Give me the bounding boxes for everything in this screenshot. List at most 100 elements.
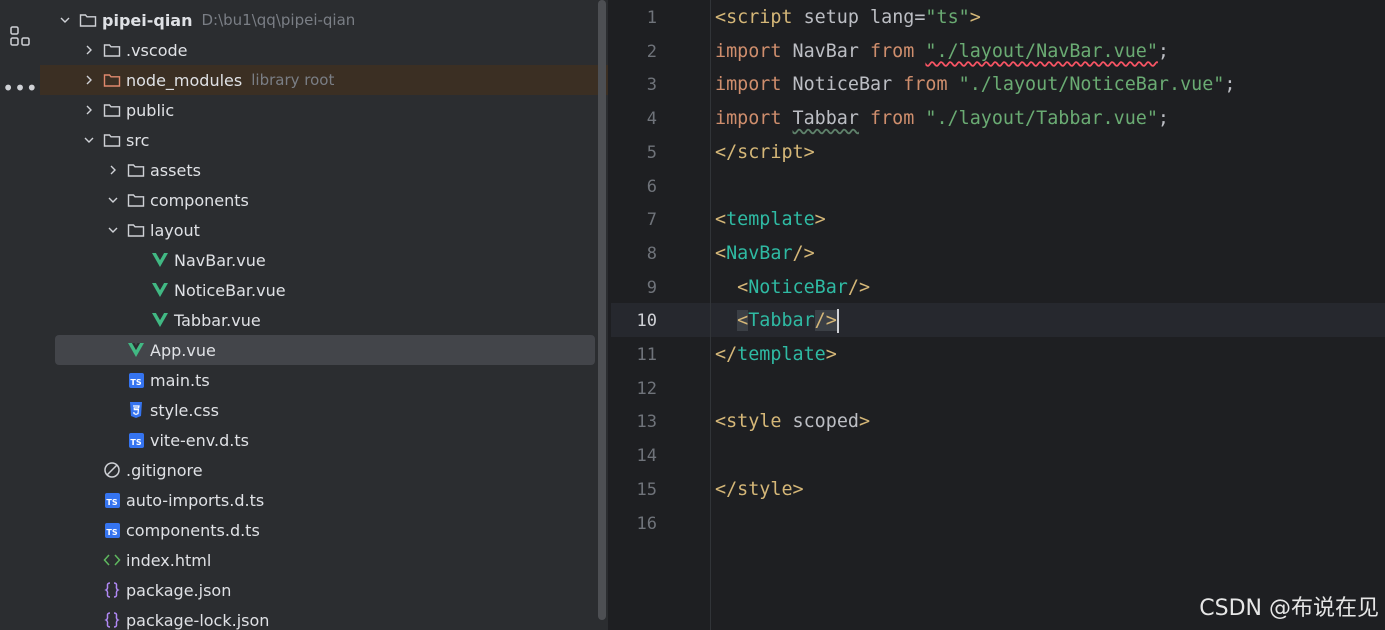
tag-bracket: </ xyxy=(715,344,738,365)
tree-item[interactable]: Tabbar.vue xyxy=(40,305,608,335)
tree-item[interactable]: index.html xyxy=(40,545,608,575)
tree-item-label: .vscode xyxy=(126,40,188,60)
tree-item-label: Tabbar.vue xyxy=(174,310,261,330)
tree-item[interactable]: TS main.ts xyxy=(40,365,608,395)
code-line[interactable]: import NavBar from "./layout/NavBar.vue"… xyxy=(715,35,1169,69)
chevron-down-icon[interactable] xyxy=(104,220,122,240)
tag-name-token: NavBar xyxy=(726,242,793,264)
code-line[interactable]: <NoticeBar/> xyxy=(715,271,870,305)
tag-bracket: > xyxy=(814,209,826,231)
tree-item[interactable]: TS vite-env.d.ts xyxy=(40,425,608,455)
line-number: 15 xyxy=(636,479,657,500)
tree-item[interactable]: layout xyxy=(40,215,608,245)
tree-item[interactable]: NavBar.vue xyxy=(40,245,608,275)
tag-name-token: template xyxy=(737,344,826,365)
tree-item[interactable]: NoticeBar.vue xyxy=(40,275,608,305)
folder-icon xyxy=(126,160,146,180)
tree-item-label: components.d.ts xyxy=(126,520,260,540)
code-line[interactable]: <style scoped> xyxy=(715,405,870,439)
code-line[interactable]: </style> xyxy=(715,473,804,507)
tree-item[interactable]: src xyxy=(40,125,608,155)
vue-file-icon xyxy=(150,250,170,270)
tag-bracket: < xyxy=(715,242,727,264)
tree-item-label: vite-env.d.ts xyxy=(150,430,249,450)
code-line[interactable]: import Tabbar from "./layout/Tabbar.vue"… xyxy=(715,102,1169,136)
code-line[interactable]: </template> xyxy=(715,338,837,372)
tree-item[interactable]: style.css xyxy=(40,395,608,425)
tag-bracket: /> xyxy=(847,276,871,298)
line-number: 11 xyxy=(636,345,657,365)
keyword-token: from xyxy=(870,40,915,62)
folder-icon xyxy=(78,10,98,30)
chevron-down-icon[interactable] xyxy=(80,130,98,150)
tree-item[interactable]: package-lock.json xyxy=(40,605,608,630)
tree-scrollbar[interactable] xyxy=(598,0,606,620)
code-line[interactable]: import NoticeBar from "./layout/NoticeBa… xyxy=(715,68,1235,102)
tree-item-label: src xyxy=(126,130,150,150)
line-number: 9 xyxy=(646,277,657,298)
tree-item[interactable]: package.json xyxy=(40,575,608,605)
code-token: ; xyxy=(1157,40,1169,62)
tree-item-label: NoticeBar.vue xyxy=(174,280,286,300)
structure-icon xyxy=(9,25,31,51)
code-line[interactable]: <script setup lang="ts"> xyxy=(715,1,981,35)
tree-item-label: layout xyxy=(150,220,200,240)
tree-item[interactable]: pipei-qian D:\bu1\qq\pipei-qian xyxy=(40,5,608,35)
tag-bracket: > xyxy=(858,411,871,433)
tree-item-label: package.json xyxy=(126,580,232,600)
tree-item[interactable]: .gitignore xyxy=(40,455,608,485)
tree-item-label: App.vue xyxy=(150,340,216,360)
text-caret xyxy=(836,309,839,334)
tag-bracket: /> xyxy=(814,310,837,332)
chevron-down-icon[interactable] xyxy=(104,190,122,210)
code-line[interactable]: <template> xyxy=(715,203,826,237)
code-line[interactable]: <NavBar/> xyxy=(715,237,815,271)
tree-item[interactable]: TS components.d.ts xyxy=(40,515,608,545)
typescript-file-icon: TS xyxy=(102,520,122,540)
line-number: 12 xyxy=(636,378,657,399)
line-number: 16 xyxy=(636,513,657,534)
chevron-right-icon[interactable] xyxy=(104,160,122,180)
folder-icon xyxy=(102,100,122,120)
chevron-down-icon[interactable] xyxy=(56,10,74,30)
tree-item[interactable]: public xyxy=(40,95,608,125)
folder-icon xyxy=(102,130,122,150)
tag-bracket: > xyxy=(792,478,804,500)
project-tree: pipei-qian D:\bu1\qq\pipei-qian .vscode nod… xyxy=(40,0,608,630)
structure-button[interactable] xyxy=(0,20,40,56)
tag-name-token: style xyxy=(726,411,782,433)
more-button[interactable]: ••• xyxy=(0,70,40,106)
tree-item[interactable]: assets xyxy=(40,155,608,185)
chevron-right-icon[interactable] xyxy=(80,100,98,120)
tag-name-token: template xyxy=(726,209,815,231)
json-file-icon xyxy=(102,610,122,630)
code-line[interactable]: </script> xyxy=(715,136,815,170)
tag-name-token: script xyxy=(737,141,804,163)
code-editor[interactable]: 1 2 3 4 5 6 7 8 9 10 11 12 13 14 15 16 <script setup la… xyxy=(611,0,1385,630)
tag-bracket: < xyxy=(737,276,749,298)
tree-item[interactable]: node_modules library root xyxy=(40,65,608,95)
tree-item[interactable]: TS auto-imports.d.ts xyxy=(40,485,608,515)
folder-icon xyxy=(126,190,146,210)
line-number: 5 xyxy=(646,142,657,163)
typescript-file-icon: TS xyxy=(126,370,146,390)
string-token: "./layout/NoticeBar.vue" xyxy=(958,74,1225,96)
string-token: "./layout/Tabbar.vue" xyxy=(925,108,1158,130)
tree-item[interactable]: .vscode xyxy=(40,35,608,65)
tree-item[interactable]: components xyxy=(40,185,608,215)
tree-item[interactable]: App.vue xyxy=(55,335,595,365)
line-number: 10 xyxy=(636,311,657,332)
code-line[interactable]: <Tabbar/> xyxy=(715,304,839,338)
chevron-right-icon[interactable] xyxy=(80,70,98,90)
typescript-file-icon: TS xyxy=(102,490,122,510)
chevron-right-icon[interactable] xyxy=(80,40,98,60)
tag-bracket: < xyxy=(715,411,727,433)
